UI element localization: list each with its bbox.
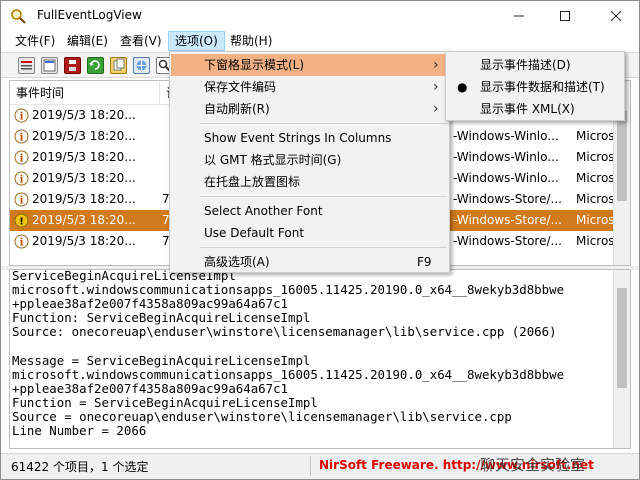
menu-separator [200, 196, 447, 197]
info-icon: i [14, 234, 29, 249]
menu-item-label: 在托盘上放置图标 [204, 175, 301, 189]
chevron-right-icon: › [433, 57, 439, 73]
cell-event-time: 2019/5/3 18:20... [32, 171, 136, 185]
svg-text:i: i [20, 196, 24, 207]
svg-text:i: i [20, 175, 24, 186]
maximize-icon [560, 10, 570, 21]
info-icon: i [14, 192, 29, 207]
svg-text:i: i [20, 238, 24, 249]
submenu-item-label: 显示事件描述(D) [480, 58, 571, 72]
properties-icon[interactable] [41, 57, 58, 74]
options-menu-item[interactable]: Use Default Font [171, 222, 448, 244]
detail-scrollbar-thumb[interactable] [617, 288, 627, 388]
options-menu-item[interactable]: 高级选项(A) F9 [171, 251, 448, 273]
options-menu-item[interactable]: 下窗格显示模式(L) › [171, 54, 448, 76]
menu-help[interactable]: 帮助(H) [224, 31, 278, 51]
info-icon: i [14, 129, 29, 144]
minimize-icon [514, 15, 524, 16]
menu-options[interactable]: 选项(O) [168, 31, 225, 51]
cell-event-time: 2019/5/3 18:20... [32, 108, 136, 122]
info-icon: i [14, 150, 29, 165]
cell-provider: -Windows-Store/... [453, 213, 562, 227]
options-menu: 下窗格显示模式(L) › 保存文件编码 › 自动刷新(R) › Show Event Str… [169, 51, 450, 273]
radio-bullet-icon: ● [457, 80, 468, 94]
status-divider [310, 456, 311, 476]
list-scrollbar-thumb[interactable] [617, 111, 627, 201]
maximize-button[interactable] [542, 1, 588, 31]
menu-item-label: Use Default Font [204, 226, 305, 240]
submenu-item-label: 显示事件数据和描述(T) [480, 80, 605, 94]
svg-text:!: ! [19, 217, 24, 228]
menu-item-label: Show Event Strings In Columns [204, 131, 392, 145]
menu-item-label: 下窗格显示模式(L) [204, 58, 305, 72]
close-button[interactable] [593, 1, 639, 31]
cell-channel: Micros [576, 171, 615, 185]
minimize-button[interactable] [496, 1, 542, 31]
log-list-icon[interactable] [18, 57, 35, 74]
submenu-item[interactable]: ● 显示事件数据和描述(T) [447, 76, 623, 98]
cell-event-time: 2019/5/3 18:20... [32, 129, 136, 143]
menu-view[interactable]: 查看(V) [114, 31, 168, 51]
options-menu-item[interactable]: 自动刷新(R) › [171, 98, 448, 120]
options-menu-item[interactable]: 保存文件编码 › [171, 76, 448, 98]
item-count: 61422 个项目，1 个选定 [11, 460, 149, 474]
menu-item-label: 以 GMT 格式显示时间(G) [204, 153, 342, 167]
submenu-item[interactable]: 显示事件描述(D) [447, 54, 623, 76]
app-window: FullEventLogView 文件(F) 编辑(E) 查看(V) 选项(O)… [0, 0, 640, 480]
info-icon: i [14, 171, 29, 186]
detail-scrollbar[interactable] [613, 270, 630, 448]
cell-provider: -Windows-Store/... [453, 234, 562, 248]
info-icon: i [14, 108, 29, 123]
options-menu-item[interactable]: 以 GMT 格式显示时间(G) [171, 149, 448, 171]
column-header-event-time[interactable]: 事件时间 [10, 81, 160, 105]
cell-channel: Micros [576, 192, 615, 206]
options-menu-item[interactable]: 在托盘上放置图标 [171, 171, 448, 193]
options-menu-item[interactable]: Select Another Font [171, 200, 448, 222]
options-menu-item[interactable]: Show Event Strings In Columns [171, 127, 448, 149]
cell-event-time: 2019/5/3 18:20... [32, 192, 136, 206]
submenu-item-label: 显示事件 XML(X) [480, 102, 575, 116]
submenu-item[interactable]: 显示事件 XML(X) [447, 98, 623, 120]
menu-item-label: 自动刷新(R) [204, 102, 270, 116]
menu-edit[interactable]: 编辑(E) [61, 31, 114, 51]
menu-item-label: 保存文件编码 [204, 80, 277, 94]
menu-file[interactable]: 文件(F) [9, 31, 61, 51]
svg-text:i: i [20, 133, 24, 144]
lower-pane-mode-submenu: 显示事件描述(D) ● 显示事件数据和描述(T) 显示事件 XML(X) [445, 51, 625, 121]
event-detail-text: ServiceBeginAcquireLicenseImpl microsoft… [12, 269, 565, 439]
close-icon [610, 10, 622, 21]
cell-channel: Micros [576, 213, 615, 227]
menu-item-label: 高级选项(A) [204, 255, 270, 269]
menu-separator [200, 123, 447, 124]
menu-item-shortcut: F9 [417, 255, 432, 269]
cell-event-time: 2019/5/3 18:20... [32, 150, 136, 164]
save-icon[interactable] [64, 57, 81, 74]
refresh-icon[interactable] [87, 57, 104, 74]
magnifier-icon[interactable] [10, 8, 26, 24]
watermark: 聊天安全实验室 [480, 456, 586, 474]
warning-icon: ! [14, 213, 29, 228]
cell-provider: -Windows-Winlo... [453, 150, 559, 164]
cell-provider: -Windows-Winlo... [453, 129, 559, 143]
menu-bar: 文件(F) 编辑(E) 查看(V) 选项(O) 帮助(H) [1, 31, 639, 51]
cell-provider: -Windows-Winlo... [453, 171, 559, 185]
cell-event-time: 2019/5/3 18:20... [32, 213, 136, 227]
window-title: FullEventLogView [37, 8, 142, 22]
chevron-right-icon: › [433, 101, 439, 117]
title-bar[interactable]: FullEventLogView [1, 1, 639, 31]
copy-icon[interactable] [110, 57, 127, 74]
svg-text:i: i [20, 154, 24, 165]
menu-separator [200, 247, 447, 248]
chevron-right-icon: › [433, 79, 439, 95]
cell-event-time: 2019/5/3 18:20... [32, 234, 136, 248]
svg-text:i: i [20, 112, 24, 123]
cell-channel: Micros [576, 150, 615, 164]
cell-channel: Micros [576, 234, 615, 248]
event-detail-pane[interactable]: ServiceBeginAcquireLicenseImpl microsoft… [9, 269, 631, 449]
status-bar: 61422 个项目，1 个选定 NirSoft Freeware. http:/… [1, 453, 639, 479]
cell-channel: Micros [576, 129, 615, 143]
html-report-icon[interactable] [133, 57, 150, 74]
menu-item-label: Select Another Font [204, 204, 323, 218]
cell-provider: -Windows-Store/... [453, 192, 562, 206]
